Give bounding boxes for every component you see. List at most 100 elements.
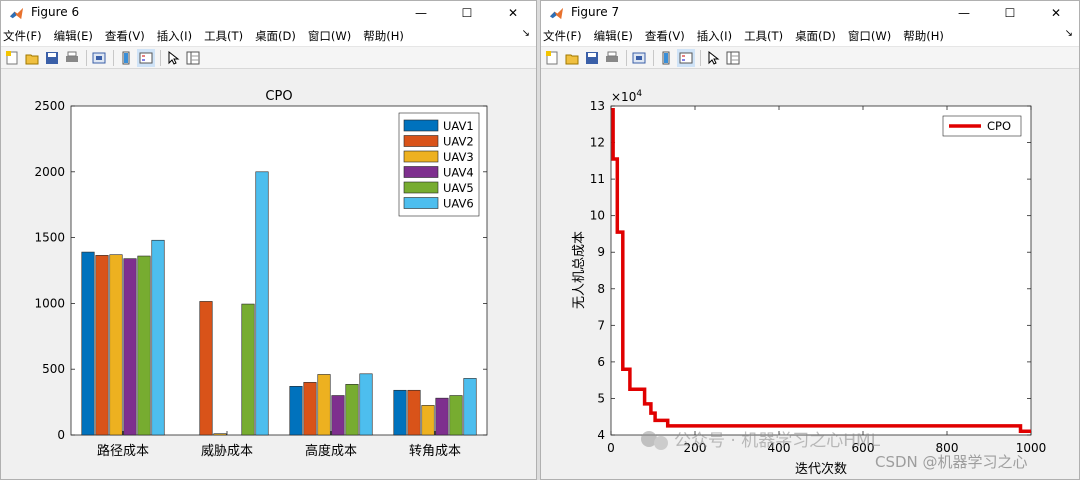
bar-uav1 (289, 386, 303, 436)
bar-uav4 (123, 258, 137, 436)
bar-uav3 (317, 374, 331, 436)
insert-colorbar-icon[interactable] (657, 49, 675, 67)
insert-legend-icon[interactable] (677, 48, 695, 67)
legend: CPO (942, 115, 1022, 137)
menu-tools[interactable]: 工具(T) (744, 28, 783, 44)
new-file-icon[interactable] (543, 49, 561, 67)
y-tick-label: 11 (590, 172, 605, 186)
x-axis-label: 迭代次数 (795, 461, 847, 477)
x-tick-label: 转角成本 (409, 444, 461, 459)
dock-arrow-icon[interactable]: ↘ (522, 28, 530, 39)
matlab-icon (549, 7, 564, 20)
menu-view[interactable]: 查看(V) (105, 28, 145, 44)
bar-uav6 (151, 239, 165, 436)
title-bar[interactable]: Figure 7 — ☐ ✕ (541, 1, 1079, 25)
x-tick-label: 威胁成本 (201, 444, 253, 459)
pointer-icon[interactable] (164, 49, 182, 67)
menu-window[interactable]: 窗口(W) (308, 28, 351, 44)
y-tick-label: 7 (597, 318, 605, 332)
dock-arrow-icon[interactable]: ↘ (1065, 28, 1073, 39)
window-title: Figure 7 (571, 5, 620, 19)
menu-edit[interactable]: 编辑(E) (594, 28, 633, 44)
menu-window[interactable]: 窗口(W) (848, 28, 891, 44)
link-plot-icon[interactable] (630, 49, 648, 67)
print-icon[interactable] (603, 49, 621, 67)
y-tick-label: 1500 (34, 231, 65, 245)
menu-desktop[interactable]: 桌面(D) (795, 28, 836, 44)
y-tick-label: 0 (57, 428, 65, 442)
property-editor-icon[interactable] (184, 49, 202, 67)
bar-uav3 (109, 254, 123, 436)
menu-bar: 文件(F) 编辑(E) 查看(V) 插入(I) 工具(T) 桌面(D) 窗口(W… (1, 25, 536, 47)
menu-desktop[interactable]: 桌面(D) (255, 28, 296, 44)
menu-insert[interactable]: 插入(I) (697, 28, 732, 44)
y-tick-label: 8 (597, 282, 605, 296)
bar-uav6 (359, 373, 373, 436)
menu-help[interactable]: 帮助(H) (363, 28, 404, 44)
save-icon[interactable] (43, 49, 61, 67)
y-tick-label: 2500 (34, 99, 65, 113)
legend-label: UAV3 (443, 150, 474, 164)
legend-label: UAV2 (443, 135, 474, 149)
legend-swatch (403, 166, 439, 178)
bar-uav3 (421, 405, 435, 436)
legend-swatch (403, 119, 439, 132)
legend-label: UAV5 (443, 181, 474, 195)
close-button[interactable]: ✕ (490, 1, 536, 25)
open-folder-icon[interactable] (23, 49, 41, 67)
y-tick-label: 4 (597, 428, 605, 442)
bar-uav5 (345, 384, 359, 436)
link-plot-icon[interactable] (90, 49, 108, 67)
minimize-button[interactable]: — (398, 1, 444, 25)
bar-uav4 (331, 395, 345, 436)
toolbar-separator (86, 49, 87, 66)
bar-uav2 (407, 389, 421, 436)
menu-tools[interactable]: 工具(T) (204, 28, 243, 44)
watermark-wechat: 公众号 · 机器学习之心HML (641, 431, 881, 451)
y-tick-label: 12 (590, 136, 605, 150)
close-button[interactable]: ✕ (1033, 1, 1079, 25)
bar-uav5 (449, 395, 463, 436)
print-icon[interactable] (63, 49, 81, 67)
menu-insert[interactable]: 插入(I) (157, 28, 192, 44)
insert-colorbar-icon[interactable] (117, 49, 135, 67)
y-tick-label: 5 (597, 391, 605, 405)
bar-uav5 (137, 255, 151, 436)
menu-file[interactable]: 文件(F) (3, 28, 42, 44)
maximize-button[interactable]: ☐ (987, 1, 1033, 25)
legend-swatch (403, 135, 439, 147)
x-tick-label: 路径成本 (97, 443, 149, 459)
save-icon[interactable] (583, 49, 601, 67)
y-tick-label: 13 (590, 99, 605, 113)
figure-canvas: ×104 4 5 6 7 8 9 10 11 12 13 0 200 400 600 800 1000 迭代… (541, 69, 1079, 479)
x-tick-label: 高度成本 (305, 443, 357, 459)
property-editor-icon[interactable] (724, 49, 742, 67)
menu-file[interactable]: 文件(F) (543, 28, 582, 44)
insert-legend-icon[interactable] (137, 48, 155, 67)
legend: UAV1 UAV2UAV3 UAV4UAV5 UAV6 (398, 112, 480, 217)
exponent-label: ×104 (611, 89, 642, 104)
bar-uav2 (95, 255, 109, 436)
maximize-button[interactable]: ☐ (444, 1, 490, 25)
figure-7-window: Figure 7 — ☐ ✕ 文件(F) 编辑(E) 查看(V) 插入(I) 工… (540, 0, 1080, 480)
menu-edit[interactable]: 编辑(E) (54, 28, 93, 44)
y-axis-label: 无人机总成本 (572, 231, 587, 309)
bar-uav4 (435, 397, 449, 436)
menu-view[interactable]: 查看(V) (645, 28, 685, 44)
figure-canvas: CPO 0 500 1000 1500 2000 2500 路径成本 威胁成本 高度成本 转角成… (1, 69, 536, 479)
pointer-icon[interactable] (704, 49, 722, 67)
x-tick-label: 0 (607, 441, 615, 455)
line-chart: ×104 45678910111213 0 200 400 600 800 1000 迭代… (572, 89, 1046, 477)
plot-area (610, 105, 1032, 436)
bar-uav2 (303, 382, 317, 436)
menu-help[interactable]: 帮助(H) (903, 28, 944, 44)
svg-text:公众号 · 机器学习之心HML: 公众号 · 机器学习之心HML (674, 431, 881, 451)
new-file-icon[interactable] (3, 49, 21, 67)
toolbar (1, 47, 536, 69)
y-tick-label: 2000 (34, 165, 65, 179)
open-folder-icon[interactable] (563, 49, 581, 67)
toolbar-separator (626, 49, 627, 66)
legend-label: UAV1 (443, 119, 474, 133)
title-bar[interactable]: Figure 6 — ☐ ✕ (1, 1, 536, 25)
minimize-button[interactable]: — (941, 1, 987, 25)
